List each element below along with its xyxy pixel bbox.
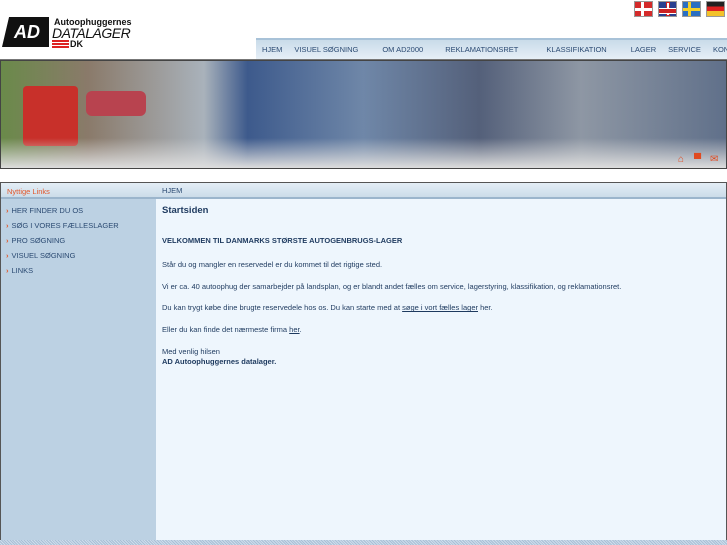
buy-text-post: her. [478, 303, 493, 313]
banner-icons: ⌂ ▀ ✉ [678, 155, 721, 165]
sidebar-item-label: PRO SØGNING [11, 236, 66, 245]
buy-text: Du kan trygt købe dine brugte reservedel… [162, 303, 722, 313]
sidebar-item-label: SØG I VORES FÆLLESLAGER [11, 221, 119, 230]
sidebar-item-links[interactable]: › LINKS [6, 266, 119, 281]
logo-line2: DATALAGER [52, 25, 131, 41]
sidebar-item-her-finder-du-os[interactable]: › HER FINDER DU OS [6, 206, 119, 221]
logo-flag-icon [52, 40, 69, 48]
find-text: Eller du kan finde det nærmeste firma he… [162, 325, 722, 335]
logo[interactable]: AD Autoophuggernes DATALAGER DK [2, 17, 132, 49]
content-header-bar: Nyttige Links HJEM [1, 183, 726, 199]
sidebar-item-visuel-sogning[interactable]: › VISUEL SØGNING [6, 251, 119, 266]
chevron-right-icon: › [6, 236, 9, 245]
print-icon[interactable]: ▀ [694, 155, 705, 165]
car-image [86, 91, 146, 116]
page-title: Startsiden [162, 205, 209, 216]
flag-de-icon[interactable] [706, 1, 725, 17]
chevron-right-icon: › [6, 266, 9, 275]
home-icon[interactable]: ⌂ [678, 155, 689, 165]
breadcrumb: HJEM [162, 186, 183, 195]
forklift-image [23, 86, 78, 146]
logo-mark: AD [2, 17, 49, 47]
sidebar-item-label: VISUEL SØGNING [11, 251, 76, 260]
nav-reklamationsret[interactable]: REKLAMATIONSRET [439, 45, 540, 54]
chevron-right-icon: › [6, 251, 9, 260]
sidebar-item-label: HER FINDER DU OS [11, 206, 84, 215]
find-text-pre: Eller du kan finde det nærmeste firma [162, 325, 290, 334]
nav-om-ad2000[interactable]: OM AD2000 [376, 45, 439, 54]
main-content: Startsiden VELKOMMEN TIL DANMARKS STØRST… [162, 205, 722, 366]
logo-line3: DK [70, 39, 83, 49]
nav-lager[interactable]: LAGER [625, 45, 662, 54]
content-frame: Nyttige Links HJEM › HER FINDER DU OS › SØ… [0, 182, 727, 545]
about-text: Vi er ca. 40 autoophug der samarbejder p… [162, 281, 622, 291]
sidebar-item-pro-sogning[interactable]: › PRO SØGNING [6, 236, 119, 251]
signoff-greeting: Med venlig hilsen [162, 346, 220, 356]
sidebar-links: › HER FINDER DU OS › SØG I VORES FÆLLESLAG… [6, 206, 119, 281]
nav-service[interactable]: SERVICE [662, 45, 707, 54]
main-nav: HJEM VISUEL SØGNING OM AD2000 REKLAMATIO… [256, 38, 727, 59]
find-firm-link[interactable]: her [289, 325, 299, 334]
banner-image [0, 60, 727, 169]
nav-klassifikation[interactable]: KLASSIFIKATION [540, 45, 624, 54]
find-text-post: . [299, 325, 302, 334]
flag-dk-icon[interactable] [634, 1, 653, 17]
flag-se-icon[interactable] [682, 1, 701, 17]
nav-hjem[interactable]: HJEM [256, 45, 288, 54]
nav-visuel-sogning[interactable]: VISUEL SØGNING [288, 45, 376, 54]
sidebar-title: Nyttige Links [7, 187, 50, 196]
sidebar-item-label: LINKS [11, 266, 34, 275]
footer-strip [0, 540, 727, 545]
buy-text-pre: Du kan trygt købe dine brugte reservedel… [162, 303, 403, 313]
chevron-right-icon: › [6, 221, 9, 230]
welcome-heading: VELKOMMEN TIL DANMARKS STØRSTE AUTOGENBR… [162, 236, 403, 245]
signoff-name: AD Autoophuggernes datalager. [162, 357, 277, 367]
sidebar-item-faelleslager[interactable]: › SØG I VORES FÆLLESLAGER [6, 221, 119, 236]
search-lager-link[interactable]: søge i vort fælles lager [402, 303, 478, 312]
nav-kontakt[interactable]: KONTAKT [707, 45, 727, 54]
language-flags [634, 1, 725, 17]
chevron-right-icon: › [6, 206, 9, 215]
intro-text: Står du og mangler en reservedel er du k… [162, 259, 383, 269]
flag-uk-icon[interactable] [658, 1, 677, 17]
mail-icon[interactable]: ✉ [710, 155, 721, 165]
